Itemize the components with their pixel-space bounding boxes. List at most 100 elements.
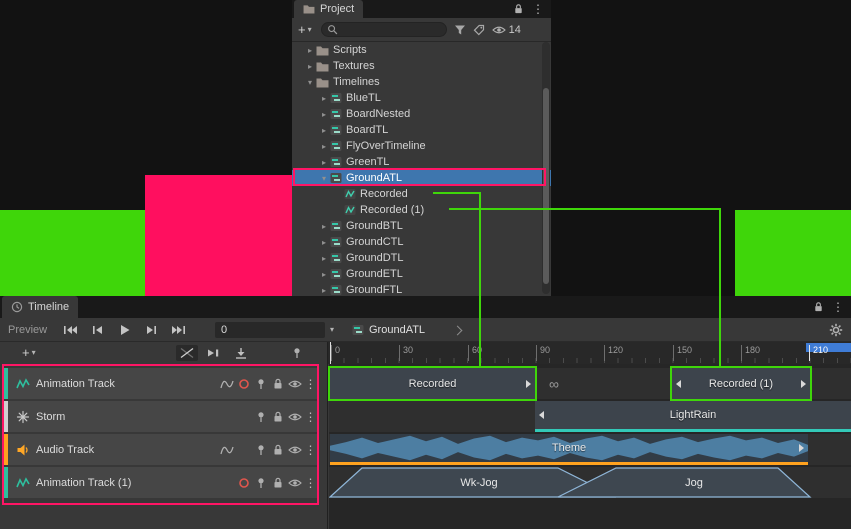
frame-field-caret-icon[interactable]: ▾ xyxy=(330,326,334,334)
foldout-icon[interactable]: ▸ xyxy=(318,126,330,135)
track-header-storm[interactable]: Storm ⋮ xyxy=(4,401,318,432)
window-menu-icon[interactable]: ⋮ xyxy=(832,301,844,313)
preview-toggle[interactable]: Preview xyxy=(8,324,47,336)
foldout-icon[interactable]: ▸ xyxy=(318,254,330,263)
tree-item-textures[interactable]: ▸ Textures xyxy=(292,58,551,74)
clip-theme[interactable]: Theme xyxy=(330,434,808,465)
timeline-asset-icon xyxy=(352,324,364,336)
search-by-type-button[interactable] xyxy=(454,24,466,36)
go-to-end-button[interactable] xyxy=(166,321,190,339)
pin-track-button[interactable] xyxy=(252,411,269,423)
tree-item-groundctl[interactable]: ▸ GroundCTL xyxy=(292,234,551,250)
track-header-audio-track[interactable]: Audio Track ⋮ xyxy=(4,434,318,465)
tree-item-flyovertimeline[interactable]: ▸ FlyOverTimeline xyxy=(292,138,551,154)
go-to-start-button[interactable] xyxy=(58,321,82,339)
tree-item-greentl[interactable]: ▸ GreenTL xyxy=(292,154,551,170)
edit-mode-replace-button[interactable] xyxy=(230,345,252,361)
record-button[interactable] xyxy=(235,378,252,390)
foldout-icon[interactable]: ▸ xyxy=(304,46,316,55)
track-header-animation-track-1[interactable]: Animation Track (1) ⋮ xyxy=(4,467,318,498)
scrollbar-thumb[interactable] xyxy=(543,88,549,284)
tree-item-bluetl[interactable]: ▸ BlueTL xyxy=(292,90,551,106)
pink-sprite-block xyxy=(145,175,292,296)
track-menu-icon[interactable]: ⋮ xyxy=(303,378,318,390)
tree-item-scripts[interactable]: ▸ Scripts xyxy=(292,42,551,58)
clip-wk-jog[interactable]: Wk-Jog xyxy=(369,467,589,498)
clip-jog[interactable]: Jog xyxy=(619,467,769,498)
frame-number-field[interactable]: 0 xyxy=(215,322,325,338)
foldout-icon[interactable]: ▾ xyxy=(318,174,330,183)
tree-item-timelines[interactable]: ▾ Timelines xyxy=(292,74,551,90)
tab-timeline[interactable]: Timeline xyxy=(2,296,78,318)
pin-track-button[interactable] xyxy=(252,444,269,456)
search-by-label-button[interactable] xyxy=(473,24,485,36)
foldout-icon[interactable]: ▸ xyxy=(318,158,330,167)
search-input[interactable] xyxy=(321,22,447,37)
clip-recorded-1[interactable]: Recorded (1) xyxy=(672,368,810,399)
particle-system-icon xyxy=(16,410,30,424)
track-header-animation-track[interactable]: Animation Track ⋮ xyxy=(4,368,318,399)
packages-count: 14 xyxy=(509,24,521,36)
previous-frame-button[interactable] xyxy=(85,321,109,339)
playhead[interactable] xyxy=(330,342,331,364)
tab-project[interactable]: Project xyxy=(294,0,363,18)
tree-item-boardtl[interactable]: ▸ BoardTL xyxy=(292,122,551,138)
tree-item-recorded-1[interactable]: Recorded (1) xyxy=(292,202,551,218)
packages-visibility-toggle[interactable]: 14 xyxy=(492,24,521,36)
curves-toggle-button[interactable] xyxy=(218,444,235,456)
tree-item-boardnested[interactable]: ▸ BoardNested xyxy=(292,106,551,122)
lock-track-button[interactable] xyxy=(269,444,286,456)
mute-track-button[interactable] xyxy=(286,379,303,389)
foldout-icon[interactable]: ▸ xyxy=(318,270,330,279)
curves-toggle-button[interactable] xyxy=(218,378,235,390)
pin-track-button[interactable] xyxy=(252,477,269,489)
foldout-icon[interactable]: ▾ xyxy=(304,78,316,87)
add-track-button[interactable]: + ▾ xyxy=(22,346,36,359)
foldout-icon[interactable]: ▸ xyxy=(318,222,330,231)
pin-track-button[interactable] xyxy=(252,378,269,390)
mute-track-button[interactable] xyxy=(286,412,303,422)
foldout-icon[interactable]: ▸ xyxy=(318,110,330,119)
gear-icon xyxy=(829,323,843,337)
tree-item-groundftl[interactable]: ▸ GroundFTL xyxy=(292,282,551,296)
lock-track-button[interactable] xyxy=(269,378,286,390)
lock-track-button[interactable] xyxy=(269,411,286,423)
next-frame-button[interactable] xyxy=(139,321,163,339)
create-asset-button[interactable]: + ▾ xyxy=(298,23,312,36)
foldout-icon[interactable]: ▸ xyxy=(318,238,330,247)
settings-gear-button[interactable] xyxy=(829,323,843,337)
project-scrollbar[interactable] xyxy=(542,42,550,294)
lock-icon[interactable] xyxy=(513,3,524,15)
ruler-label: 90 xyxy=(536,345,550,361)
ruler-label: 30 xyxy=(399,345,413,361)
track-menu-icon[interactable]: ⋮ xyxy=(303,477,318,489)
foldout-icon[interactable]: ▸ xyxy=(318,94,330,103)
window-menu-icon[interactable]: ⋮ xyxy=(532,3,544,15)
edit-mode-mix-button[interactable] xyxy=(176,345,198,361)
tree-item-recorded[interactable]: Recorded xyxy=(292,186,551,202)
tree-item-grounddtl[interactable]: ▸ GroundDTL xyxy=(292,250,551,266)
clip-lightrain[interactable]: LightRain xyxy=(535,401,851,432)
markers-toggle-button[interactable] xyxy=(286,345,308,361)
foldout-icon[interactable]: ▸ xyxy=(304,62,316,71)
tree-item-groundbtl[interactable]: ▸ GroundBTL xyxy=(292,218,551,234)
tree-item-groundatl[interactable]: ▾ GroundATL xyxy=(292,170,551,186)
tree-item-groundetl[interactable]: ▸ GroundETL xyxy=(292,266,551,282)
track-menu-icon[interactable]: ⋮ xyxy=(303,444,318,456)
record-button[interactable] xyxy=(235,477,252,489)
foldout-icon[interactable]: ▸ xyxy=(318,142,330,151)
track-menu-icon[interactable]: ⋮ xyxy=(303,411,318,423)
folder-icon xyxy=(303,4,315,14)
mute-track-button[interactable] xyxy=(286,478,303,488)
play-button[interactable] xyxy=(112,321,136,339)
clips-area[interactable]: Recorded ∞ Recorded (1) LightRain xyxy=(329,364,851,529)
track-color-strip xyxy=(4,467,8,498)
breadcrumb[interactable]: GroundATL xyxy=(352,319,461,341)
lock-icon[interactable] xyxy=(813,301,824,313)
time-ruler[interactable]: 0 30 60 90 120 150 180 210 xyxy=(328,342,851,364)
foldout-icon[interactable]: ▸ xyxy=(318,286,330,295)
lock-track-button[interactable] xyxy=(269,477,286,489)
edit-mode-ripple-button[interactable] xyxy=(203,345,225,361)
mute-track-button[interactable] xyxy=(286,445,303,455)
clip-recorded[interactable]: Recorded xyxy=(330,368,535,399)
